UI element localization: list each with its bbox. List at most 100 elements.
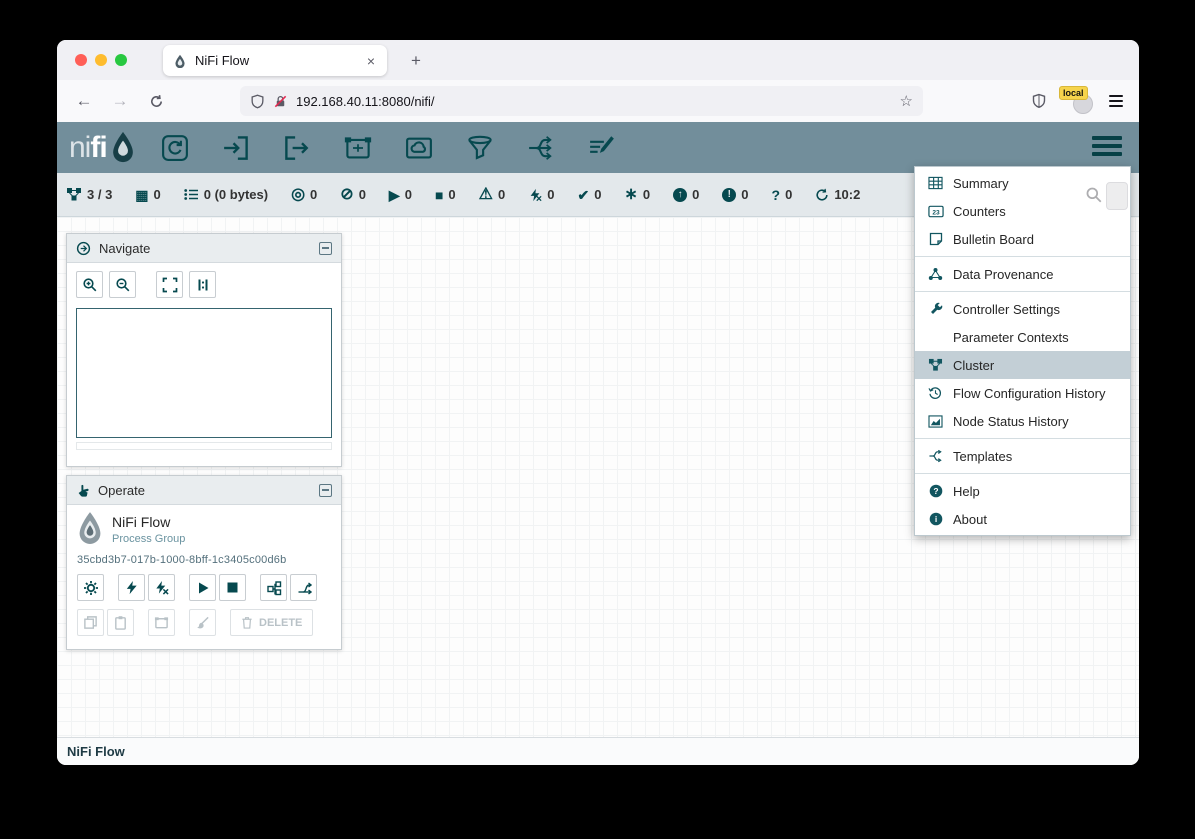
tracking-protection-shield-icon[interactable] xyxy=(250,94,265,109)
threads-grid-icon: ▦ xyxy=(135,188,148,202)
browser-window: NiFi Flow × + ← → 192.168.40.11 xyxy=(57,40,1139,765)
birdseye-minimap[interactable] xyxy=(76,308,332,438)
close-window-button[interactable] xyxy=(75,54,87,66)
window-controls xyxy=(57,54,135,66)
selection-id: 35cbd3b7-017b-1000-8bff-1c3405c00d6b xyxy=(77,554,331,566)
navigate-collapse-button[interactable] xyxy=(319,242,332,255)
nifi-logo-ni: ni xyxy=(69,131,90,165)
operate-panel-title: Operate xyxy=(98,483,145,498)
menu-divider xyxy=(915,256,1130,257)
enable-button[interactable] xyxy=(118,574,145,601)
svg-text:i: i xyxy=(934,514,936,524)
new-tab-button[interactable]: + xyxy=(403,48,429,74)
operate-actions-row-1 xyxy=(77,574,331,601)
transmitting-icon: ◎ xyxy=(291,187,305,203)
birdseye-strip xyxy=(76,442,332,450)
process-group-drop-icon xyxy=(77,512,103,546)
help-icon: ? xyxy=(927,483,944,499)
menu-divider xyxy=(915,473,1130,474)
nifi-global-menu: Summary 23 Counters Bulletin Board Data … xyxy=(914,166,1131,536)
nifi-logo-drop-icon xyxy=(110,132,136,164)
navigate-panel-header: Navigate xyxy=(67,234,341,263)
operate-body: NiFi Flow Process Group 35cbd3b7-017b-10… xyxy=(67,505,341,636)
breadcrumb[interactable]: NiFi Flow xyxy=(67,744,125,759)
zoom-in-button[interactable] xyxy=(76,271,103,298)
paste-button[interactable] xyxy=(107,609,134,636)
invalid-status: ⚠ 0 xyxy=(479,187,506,203)
tab-favicon-nifi-drop-icon xyxy=(173,54,187,68)
sync-failure-status: ? 0 xyxy=(772,187,793,202)
input-port-icon[interactable] xyxy=(219,132,253,164)
menu-item-parameter-contexts[interactable]: Parameter Contexts xyxy=(915,323,1130,351)
last-refresh[interactable]: 10:2 xyxy=(815,187,860,202)
search-field-edge[interactable] xyxy=(1106,182,1128,210)
menu-item-flow-configuration-history[interactable]: Flow Configuration History xyxy=(915,379,1130,407)
forward-icon[interactable]: → xyxy=(105,86,135,116)
menu-item-bulletin-board[interactable]: Bulletin Board xyxy=(915,225,1130,253)
sync-failure-question-icon: ? xyxy=(772,188,781,202)
back-icon[interactable]: ← xyxy=(69,86,99,116)
account-shield-icon[interactable] xyxy=(1031,93,1047,109)
operate-actions-row-2: DELETE xyxy=(77,609,331,636)
svg-text:23: 23 xyxy=(932,209,940,216)
menu-item-node-status-history[interactable]: Node Status History xyxy=(915,407,1130,435)
refresh-icon[interactable] xyxy=(815,188,829,202)
label-icon[interactable] xyxy=(585,132,619,164)
zoom-fit-button[interactable] xyxy=(156,271,183,298)
browser-nav-bar: ← → 192.168.40.11:8080/nifi/ ☆ xyxy=(57,80,1139,122)
url-bar[interactable]: 192.168.40.11:8080/nifi/ ☆ xyxy=(240,86,923,116)
profile-button[interactable]: local xyxy=(1059,88,1093,114)
delete-button[interactable]: DELETE xyxy=(230,609,313,636)
processor-icon[interactable] xyxy=(158,132,192,164)
navigate-panel: Navigate xyxy=(66,233,342,467)
remote-process-group-icon[interactable] xyxy=(402,132,436,164)
navigate-compass-icon xyxy=(76,241,91,256)
stop-button[interactable] xyxy=(219,574,246,601)
maximize-window-button[interactable] xyxy=(115,54,127,66)
zoom-actual-size-button[interactable] xyxy=(189,271,216,298)
bookmark-star-icon[interactable]: ☆ xyxy=(900,92,913,110)
minimize-window-button[interactable] xyxy=(95,54,107,66)
create-template-button[interactable] xyxy=(260,574,287,601)
history-icon xyxy=(927,385,944,401)
color-button[interactable] xyxy=(189,609,216,636)
browser-menu-icon[interactable] xyxy=(1105,91,1127,111)
browser-tab[interactable]: NiFi Flow × xyxy=(163,45,387,76)
modified-stale-exclamation-icon: ! xyxy=(722,188,736,202)
search-icon[interactable] xyxy=(1085,186,1103,204)
start-button[interactable] xyxy=(189,574,216,601)
menu-item-data-provenance[interactable]: Data Provenance xyxy=(915,260,1130,288)
group-button[interactable] xyxy=(148,609,175,636)
process-group-icon[interactable] xyxy=(341,132,375,164)
cluster-icon xyxy=(927,357,944,373)
selection-name: NiFi Flow xyxy=(112,514,185,530)
cluster-status: 3 / 3 xyxy=(66,187,112,202)
zoom-out-button[interactable] xyxy=(109,271,136,298)
upload-template-button[interactable] xyxy=(290,574,317,601)
stale-status: ↑ 0 xyxy=(673,187,699,202)
trash-icon xyxy=(241,616,253,629)
menu-item-help[interactable]: ? Help xyxy=(915,477,1130,505)
menu-item-cluster[interactable]: Cluster xyxy=(915,351,1130,379)
url-text[interactable]: 192.168.40.11:8080/nifi/ xyxy=(296,94,892,109)
copy-button[interactable] xyxy=(77,609,104,636)
wrench-icon xyxy=(927,301,944,317)
menu-item-about[interactable]: i About xyxy=(915,505,1130,533)
invalid-warning-icon: ⚠ xyxy=(479,187,493,203)
up-to-date-check-icon: ✔ xyxy=(577,188,589,202)
menu-item-templates[interactable]: Templates xyxy=(915,442,1130,470)
operate-collapse-button[interactable] xyxy=(319,484,332,497)
menu-item-controller-settings[interactable]: Controller Settings xyxy=(915,295,1130,323)
disable-button[interactable] xyxy=(148,574,175,601)
reload-icon[interactable] xyxy=(141,86,171,116)
output-port-icon[interactable] xyxy=(280,132,314,164)
template-icon[interactable] xyxy=(524,132,558,164)
not-transmitting-status: ⊘ 0 xyxy=(340,187,366,203)
connected-nodes-icon xyxy=(66,187,82,202)
stopped-square-icon: ■ xyxy=(435,188,443,202)
configure-button[interactable] xyxy=(77,574,104,601)
tab-close-icon[interactable]: × xyxy=(365,53,377,69)
funnel-icon[interactable] xyxy=(463,132,497,164)
insecure-lock-icon[interactable] xyxy=(273,94,288,109)
nifi-global-menu-icon[interactable] xyxy=(1092,136,1122,156)
